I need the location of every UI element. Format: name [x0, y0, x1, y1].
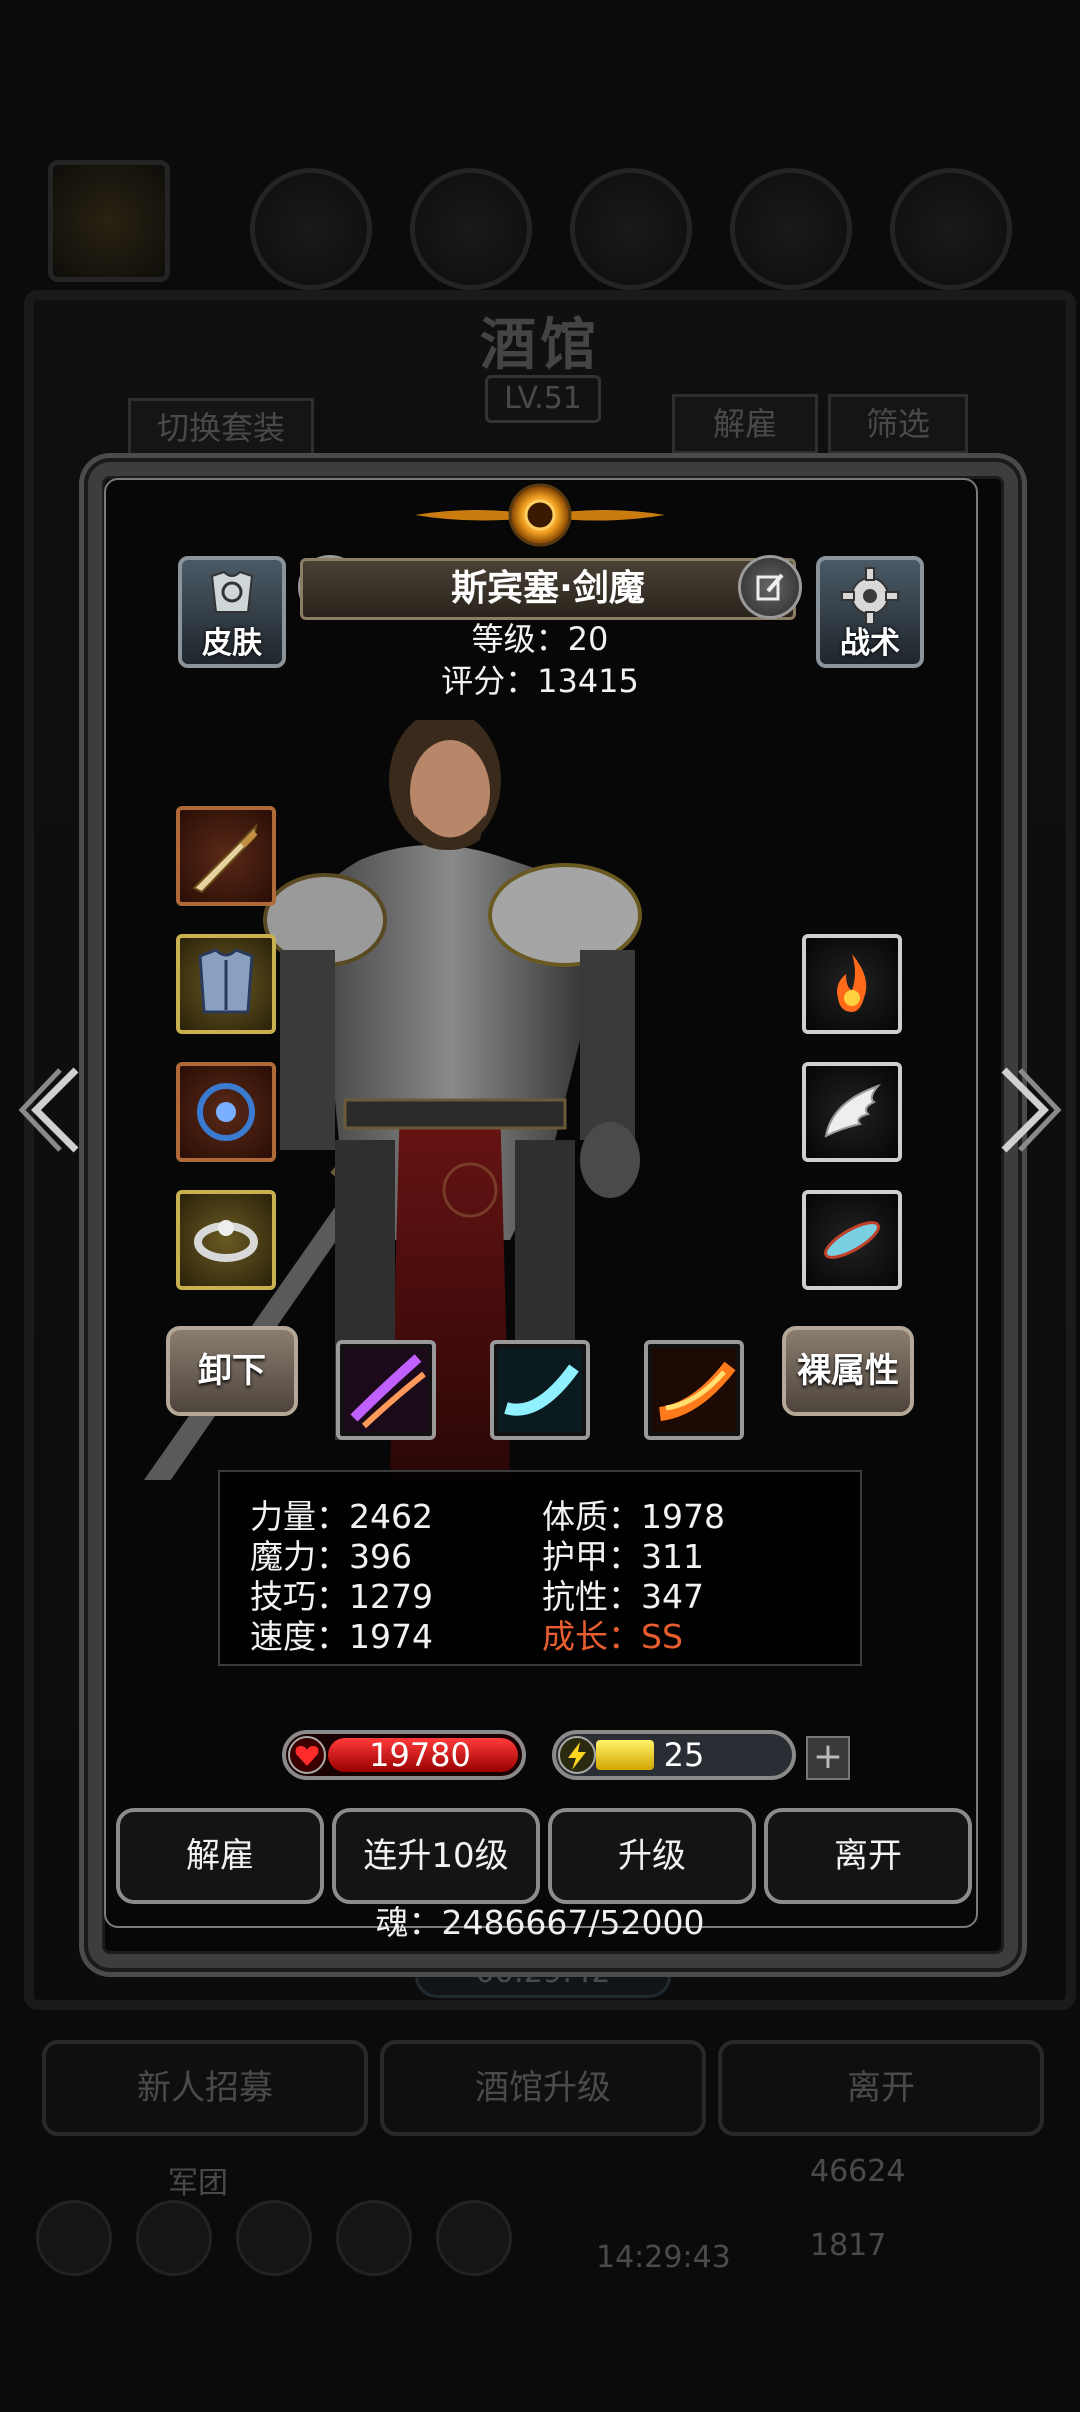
bg-dock-icon-3 [236, 2200, 312, 2276]
level-up-10-button[interactable]: 连升10级 [332, 1808, 540, 1904]
previous-hero-arrow-icon[interactable] [16, 1060, 86, 1160]
bg-gold: 46624 [810, 2154, 906, 2189]
slash-cyan-icon [498, 1348, 582, 1432]
bg-dock-icon-4 [336, 2200, 412, 2276]
golden-crest-icon [415, 483, 665, 547]
bg-tab-crown [48, 160, 170, 282]
bg-legion-label: 军团 [168, 2166, 228, 2201]
bg-tab-6 [890, 168, 1012, 290]
slash-fire-icon [652, 1348, 736, 1432]
stat-speed: 速度：1974 [250, 1617, 433, 1656]
bg-clock: 14:29:43 [596, 2240, 731, 2275]
bg-dock-icon-5 [436, 2200, 512, 2276]
dismiss-button[interactable]: 解雇 [116, 1808, 324, 1904]
bg-title: 酒馆 [480, 313, 600, 378]
talisman-icon [824, 1221, 880, 1259]
level-up-button[interactable]: 升级 [548, 1808, 756, 1904]
bg-level: LV.51 [485, 375, 601, 423]
bg-upgrade-tavern-button: 酒馆升级 [380, 2040, 706, 2136]
next-hero-arrow-icon[interactable] [994, 1060, 1064, 1160]
stat-growth: 成长：SS [542, 1617, 683, 1656]
edit-icon [756, 573, 784, 601]
equip-slot-ring[interactable] [176, 1190, 276, 1290]
bg-filter-button: 筛选 [828, 394, 968, 454]
bg-dock-icon-2 [136, 2200, 212, 2276]
equip-slot-wing[interactable] [802, 1062, 902, 1162]
skill-slot-1[interactable] [336, 1340, 436, 1440]
amulet-icon [197, 1083, 255, 1141]
bg-tab-4 [570, 168, 692, 290]
equip-slot-armor[interactable] [176, 934, 276, 1034]
wing-icon [824, 1083, 882, 1138]
hero-name: 斯宾塞·剑魔 [300, 558, 796, 620]
hp-bar: 19780 [282, 1730, 526, 1780]
bg-recruit-button: 新人招募 [42, 2040, 368, 2136]
bg-switch-outfit-button: 切换套装 [128, 398, 314, 458]
equip-slot-fire-rune[interactable] [802, 934, 902, 1034]
slash-purple-icon [344, 1348, 428, 1432]
bg-leave-button: 离开 [718, 2040, 1044, 2136]
chest-armor-icon [198, 948, 254, 1014]
equip-slot-weapon[interactable] [176, 806, 276, 906]
rename-button[interactable] [738, 555, 802, 619]
bg-tab-3 [410, 168, 532, 290]
bg-dock-icon-1 [36, 2200, 112, 2276]
hero-score: 评分：13415 [441, 662, 639, 700]
skill-slot-3[interactable] [644, 1340, 744, 1440]
fire-icon [837, 954, 867, 1012]
skill-slot-2[interactable] [490, 1340, 590, 1440]
equip-slot-talisman[interactable] [802, 1190, 902, 1290]
hero-level: 等级：20 [471, 620, 609, 658]
bg-gems: 1817 [810, 2228, 887, 2263]
armor-swap-icon [210, 570, 254, 613]
energy-bar: 25 [552, 1730, 796, 1780]
bg-tab-2 [250, 168, 372, 290]
stats-panel: 力量：2462 魔力：396 技巧：1279 速度：1974 体质：1978 护… [218, 1470, 862, 1666]
hp-value: 19780 [369, 1736, 471, 1774]
bg-dismiss-button: 解雇 [672, 394, 818, 454]
soul-counter: 魂：2486667/52000 [375, 1903, 705, 1942]
sword-icon [192, 823, 258, 894]
equip-slot-accessory[interactable] [176, 1062, 276, 1162]
unequip-button[interactable]: 卸下 [166, 1326, 298, 1416]
add-energy-button[interactable]: + [806, 1736, 850, 1780]
leave-button[interactable]: 离开 [764, 1808, 972, 1904]
base-attributes-button[interactable]: 裸属性 [782, 1326, 914, 1416]
bg-tab-5 [730, 168, 852, 290]
energy-value: 25 [663, 1736, 705, 1774]
ring-icon [194, 1220, 258, 1262]
